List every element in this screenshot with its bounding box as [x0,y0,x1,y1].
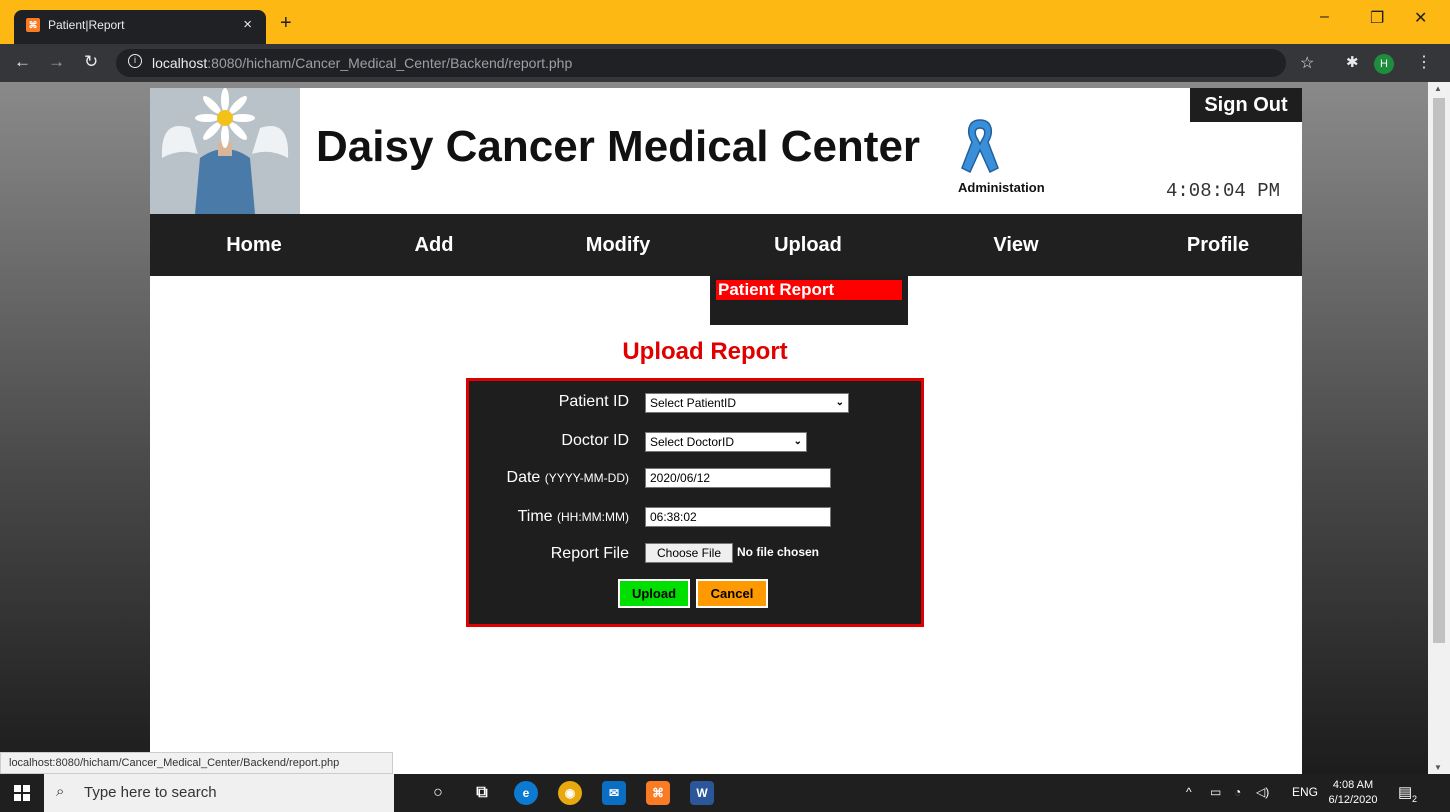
tab-close-icon[interactable]: × [243,16,252,33]
tab-title: Patient|Report [48,18,125,32]
admin-subtitle: Administation [958,180,1045,195]
restore-icon[interactable]: ❐ [1370,8,1384,28]
file-status-text: No file chosen [737,545,820,559]
back-icon[interactable]: ← [14,52,31,72]
nav-upload[interactable]: Upload [748,214,868,276]
time-format-hint: (HH:MM:MM) [557,510,629,524]
nav-profile[interactable]: Profile [1158,214,1278,276]
nav-modify[interactable]: Modify [558,214,678,276]
date-format-hint: (YYYY-MM-DD) [544,471,629,485]
header-clock: 4:08:04 PM [1166,180,1281,202]
menu-item-patient-report[interactable]: Patient Report [716,280,902,300]
edge-icon[interactable]: e [514,781,538,805]
time-label-text: Time [517,508,553,525]
time-input[interactable]: 06:38:02 [645,507,831,527]
browser-tabbar: ⌘ Patient|Report × + – ❐ ✕ [0,0,1450,44]
daisy-angel-logo [150,88,300,214]
address-url: localhost:8080/hicham/Cancer_Medical_Cen… [152,55,572,71]
reload-icon[interactable]: ↻ [84,52,98,72]
address-host: localhost [152,55,208,71]
date-input[interactable]: 2020/06/12 [645,468,831,488]
volume-icon[interactable]: ◁) [1256,785,1269,799]
browser-menu-icon[interactable]: ⋮ [1416,52,1432,72]
windows-taskbar: ⌕ Type here to search ○ ⧉ e ◉ ✉ ⌘ W ^ ▭ … [0,774,1450,812]
battery-icon[interactable]: ▭ [1210,785,1221,799]
nav-add[interactable]: Add [374,214,494,276]
nav-home[interactable]: Home [194,214,314,276]
patient-id-label: Patient ID [558,393,629,410]
page-scrollbar[interactable]: ▲ ▼ [1428,82,1450,774]
report-file-label: Report File [550,545,629,562]
date-label: Date (YYYY-MM-DD) [507,469,629,487]
extensions-icon[interactable]: ✱ [1346,53,1359,71]
notifications-icon[interactable]: ▤ [1398,783,1412,801]
nav-view[interactable]: View [956,214,1076,276]
xampp-icon[interactable]: ⌘ [646,781,670,805]
awareness-ribbon-icon [958,116,1002,179]
forward-icon[interactable]: → [48,52,65,72]
cancel-button[interactable]: Cancel [696,579,768,608]
language-indicator[interactable]: ENG [1292,785,1318,799]
choose-file-button[interactable]: Choose File [645,543,733,563]
upload-report-form: Patient ID Select PatientID ⌄ Doctor ID … [466,378,924,627]
taskbar-time: 4:08 AM [1332,779,1374,791]
scroll-down-icon[interactable]: ▼ [1434,763,1442,772]
form-title: Upload Report [622,338,788,365]
xampp-favicon-icon: ⌘ [26,18,40,32]
cortana-icon[interactable]: ○ [426,781,450,805]
browser-tab[interactable]: ⌘ Patient|Report × [14,10,266,44]
mail-icon[interactable]: ✉ [602,781,626,805]
windows-start-icon[interactable] [14,785,30,801]
new-tab-icon[interactable]: + [280,12,292,35]
bookmark-star-icon[interactable]: ☆ [1300,53,1314,73]
chevron-down-icon: ⌄ [793,436,802,447]
main-nav: Home Add Modify Upload View Profile [150,214,1302,276]
taskbar-search[interactable]: ⌕ Type here to search [44,774,394,812]
task-view-icon[interactable]: ⧉ [470,781,494,805]
window-close-icon[interactable]: ✕ [1414,8,1427,28]
scrollbar-thumb[interactable] [1433,98,1445,643]
search-icon: ⌕ [56,783,65,800]
notifications-count: 2 [1412,794,1418,804]
patient-id-value: Select PatientID [650,396,737,410]
taskbar-clock[interactable]: 4:08 AM 6/12/2020 [1326,778,1380,808]
browser-toolbar: ← → ↻ i localhost:8080/hicham/Cancer_Med… [0,44,1450,82]
time-label: Time (HH:MM:MM) [518,508,629,526]
profile-avatar[interactable]: H [1374,54,1394,74]
address-path: :8080/hicham/Cancer_Medical_Center/Backe… [207,55,573,71]
word-icon[interactable]: W [690,781,714,805]
sign-out-button[interactable]: Sign Out [1190,88,1302,122]
date-label-text: Date [506,469,541,486]
taskbar-search-placeholder: Type here to search [84,784,217,801]
doctor-id-value: Select DoctorID [650,435,735,449]
page-viewport: Daisy Cancer Medical Center Administatio… [0,82,1428,774]
upload-button[interactable]: Upload [618,579,690,608]
page-container: Daisy Cancer Medical Center Administatio… [150,88,1302,774]
minimize-icon[interactable]: – [1320,8,1329,26]
taskbar-date: 6/12/2020 [1328,794,1378,806]
address-bar[interactable]: i localhost:8080/hicham/Cancer_Medical_C… [116,49,1286,77]
site-header: Daisy Cancer Medical Center Administatio… [150,88,1302,214]
doctor-id-select[interactable]: Select DoctorID ⌄ [645,432,807,452]
patient-id-select[interactable]: Select PatientID ⌄ [645,393,849,413]
chrome-icon[interactable]: ◉ [558,781,582,805]
scroll-up-icon[interactable]: ▲ [1434,84,1442,93]
wifi-icon[interactable]: ◔ [1234,785,1241,799]
chevron-down-icon: ⌄ [835,397,844,408]
upload-dropdown-menu: Patient Report [710,276,908,325]
doctor-id-label: Doctor ID [561,432,629,449]
site-info-icon[interactable]: i [128,54,142,68]
status-bar-url: localhost:8080/hicham/Cancer_Medical_Cen… [0,752,393,774]
tray-chevron-icon[interactable]: ^ [1186,785,1192,799]
site-title: Daisy Cancer Medical Center [316,122,921,171]
